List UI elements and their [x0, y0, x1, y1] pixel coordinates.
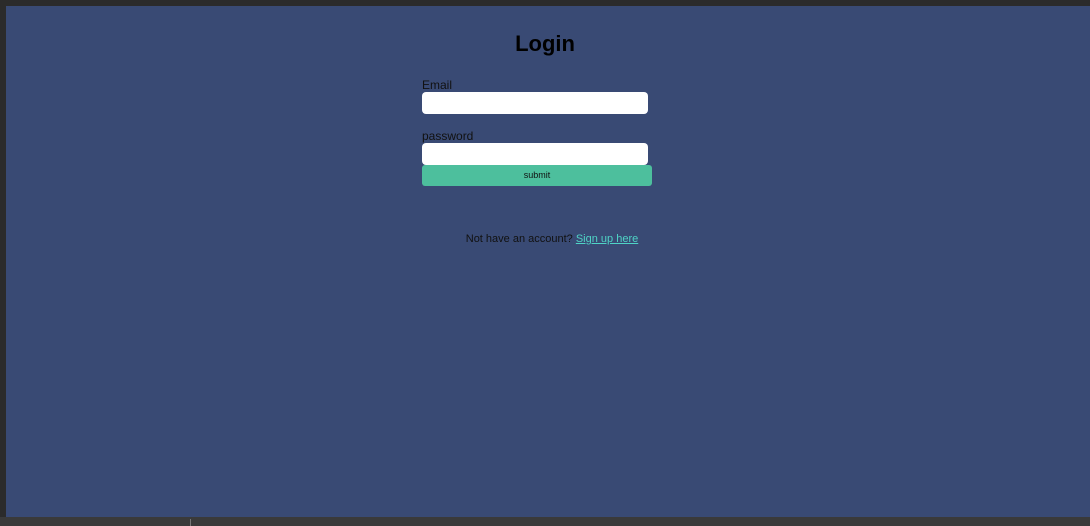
password-field[interactable]	[422, 143, 648, 165]
browser-frame: Login Email password submit Not have an …	[0, 0, 1090, 526]
signup-prompt: Not have an account?	[465, 233, 573, 245]
bottom-taskbar	[0, 517, 1090, 526]
email-label: Email	[422, 78, 453, 92]
taskbar-divider	[190, 519, 191, 526]
signup-link[interactable]: Sign up here	[576, 233, 638, 245]
password-label: password	[422, 129, 474, 143]
login-page	[6, 6, 1090, 517]
signup-row: Not have an account? Sign up here	[0, 232, 1090, 246]
page-title: Login	[515, 31, 575, 56]
submit-button[interactable]: submit	[422, 165, 652, 186]
email-field[interactable]	[422, 92, 648, 114]
